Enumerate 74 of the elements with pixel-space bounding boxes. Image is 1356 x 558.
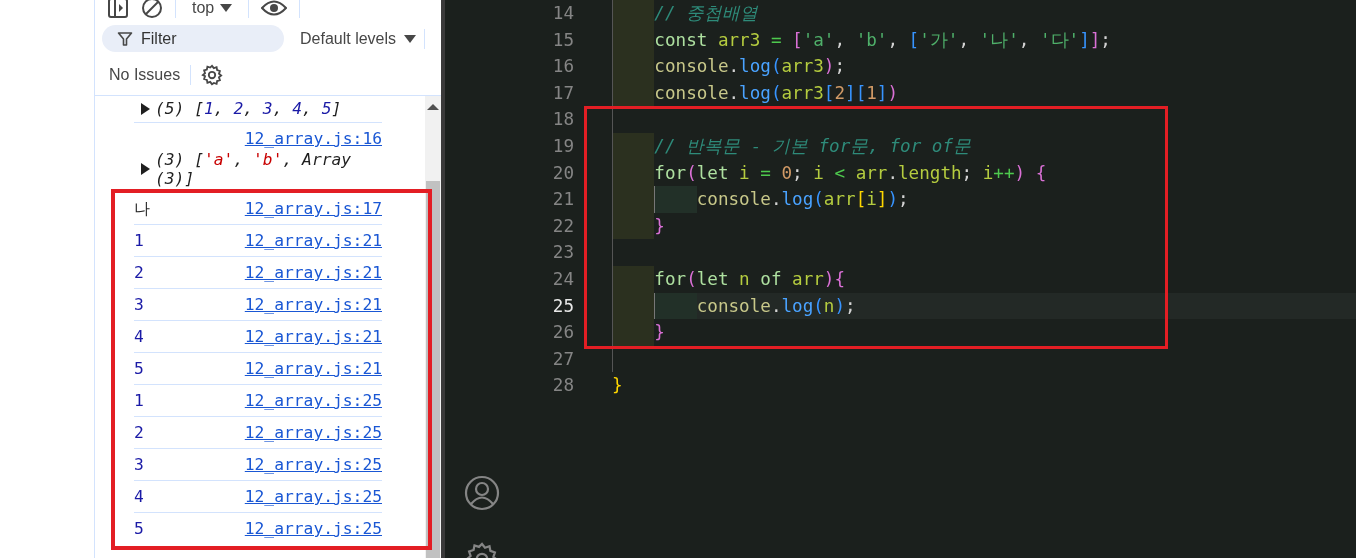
line-number: 26 [551, 321, 574, 345]
log-value: 2 [134, 422, 144, 444]
filter-icon [117, 31, 133, 47]
source-link[interactable]: 12_array.js:25 [244, 486, 382, 508]
issues-button[interactable]: No Issues [109, 66, 181, 84]
line-number: 16 [551, 55, 574, 79]
line-number: 20 [551, 161, 574, 185]
source-link[interactable]: 12_array.js:21 [244, 262, 382, 284]
log-value: 3 [134, 294, 144, 316]
line-number: 15 [551, 28, 574, 52]
expand-triangle-icon[interactable] [141, 163, 150, 175]
indent-guide [612, 319, 655, 346]
eye-icon[interactable] [261, 0, 288, 17]
line-number: 21 [551, 188, 574, 212]
object-preview: (3) ['a', 'b', Array (3)] [155, 150, 353, 188]
context-dropdown[interactable]: top [188, 0, 237, 17]
code-line: console.log(n); [696, 294, 856, 318]
source-link[interactable]: 12_array.js:25 [244, 390, 382, 412]
code-line: } [654, 214, 665, 238]
log-value: 2 [134, 262, 144, 284]
source-link[interactable]: 12_array.js:25 [244, 518, 382, 540]
code-line: for(let i = 0; i < arr.length; i++) { [654, 161, 1047, 185]
source-link[interactable]: 12_array.js:25 [244, 454, 382, 476]
line-number: 22 [551, 214, 574, 238]
line-number: 28 [551, 374, 574, 398]
line-number: 27 [551, 347, 574, 371]
log-value: 5 [134, 518, 144, 540]
indent-guide [612, 0, 655, 27]
code-line: for(let n of arr){ [654, 267, 846, 291]
code-line: console.log(arr3); [654, 55, 846, 79]
log-value: 1 [134, 390, 144, 412]
source-link[interactable]: 12_array.js:21 [244, 230, 382, 252]
log-value: 1 [134, 230, 144, 252]
indent-guide [612, 79, 655, 107]
line-number: 24 [551, 267, 574, 291]
code-comment: // 반복문 - 기본 for문, for of문 [654, 134, 972, 158]
filter-field[interactable]: Filter [102, 25, 284, 52]
caret-icon [220, 4, 233, 12]
code-line: } [654, 321, 665, 345]
indent-guide [612, 265, 655, 293]
expand-triangle-icon[interactable] [141, 102, 150, 115]
levels-dropdown[interactable]: Default levels [292, 29, 417, 48]
scroll-up-arrow-icon[interactable] [427, 104, 439, 110]
code-line: const arr3 = ['a', 'b', ['가', '나', '다']]; [654, 28, 1111, 52]
code-line: console.log(arr[i]); [696, 188, 909, 212]
source-link[interactable]: 12_array.js:21 [244, 294, 382, 316]
account-icon[interactable] [463, 475, 500, 511]
log-value: 3 [134, 454, 144, 476]
source-link[interactable]: 12_array.js:21 [244, 326, 382, 348]
indent-guide [612, 132, 655, 160]
log-value: 나 [134, 198, 150, 220]
settings-icon[interactable] [201, 64, 224, 86]
log-value: 4 [134, 486, 144, 508]
clear-console-icon[interactable] [141, 0, 163, 19]
caret-icon [404, 34, 417, 43]
source-link[interactable]: 12_array.js:21 [244, 358, 382, 380]
source-link[interactable]: 12_array.js:25 [244, 422, 382, 444]
code-line: console.log(arr3[2][1]) [654, 81, 898, 105]
code-line: } [612, 374, 623, 398]
sidebar-toggle-icon[interactable] [107, 0, 129, 19]
line-number: 23 [551, 241, 574, 265]
line-number: 25 [551, 294, 574, 318]
log-value: 5 [134, 358, 144, 380]
indent-guide [654, 186, 697, 213]
line-number: 18 [551, 108, 574, 132]
line-number: 19 [551, 134, 574, 158]
line-number: 14 [551, 2, 574, 25]
object-preview: (5) [1, 2, 3, 4, 5] [155, 99, 342, 118]
code-comment: // 중첩배열 [654, 2, 759, 25]
indent-guide [612, 212, 655, 240]
source-link[interactable]: 12_array.js:17 [244, 198, 382, 220]
line-number: 17 [551, 81, 574, 105]
source-link[interactable]: 12_array.js:16 [244, 128, 382, 150]
log-value: 4 [134, 326, 144, 348]
